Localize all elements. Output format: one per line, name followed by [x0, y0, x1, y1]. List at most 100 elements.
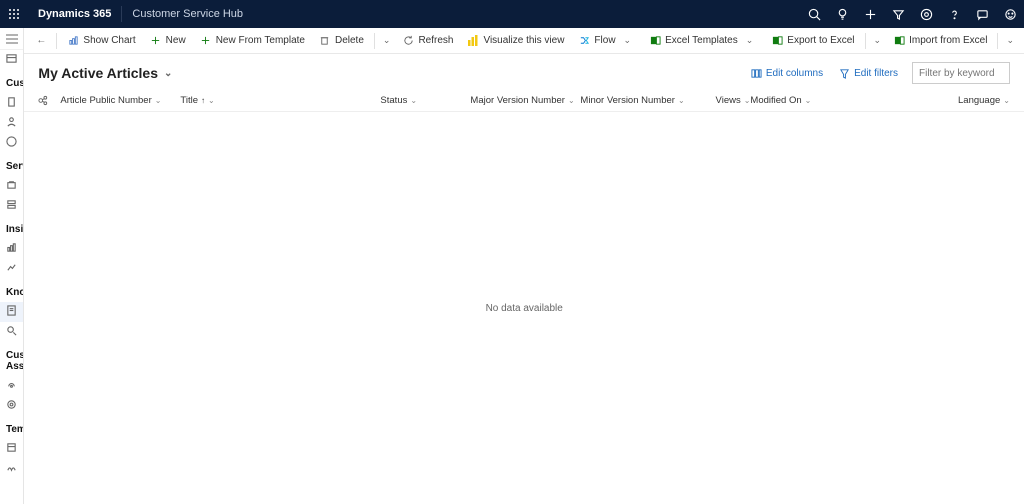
- app-launcher-icon[interactable]: [0, 0, 28, 28]
- col-minor-version[interactable]: Minor Version Number⌄: [580, 95, 690, 106]
- plus-icon: [150, 35, 162, 47]
- col-title[interactable]: Title ↑⌄: [180, 95, 380, 106]
- cmd-visualize[interactable]: Visualize this view: [461, 28, 570, 54]
- hamburger-icon[interactable]: [0, 28, 23, 50]
- filter-input[interactable]: [912, 62, 1010, 84]
- edit-columns-button[interactable]: Edit columns: [743, 62, 831, 84]
- chevron-down-icon: ⌄: [742, 35, 758, 46]
- brand-label[interactable]: Dynamics 365: [28, 8, 121, 20]
- col-status[interactable]: Status⌄: [380, 95, 470, 106]
- social-icon: [6, 136, 18, 150]
- col-modified-on[interactable]: Modified On⌄: [750, 95, 830, 106]
- cmd-separator: [56, 33, 57, 49]
- filter-icon[interactable]: [884, 0, 912, 28]
- article-icon: [6, 305, 18, 319]
- flow-icon: [578, 35, 590, 47]
- signature-icon: [6, 462, 18, 476]
- nav-customer-assets[interactable]: Customer Assets: [0, 396, 23, 416]
- chevron-down-icon: ⌄: [620, 35, 636, 46]
- chevron-down-icon: ⌄: [1003, 96, 1010, 105]
- chevron-down-icon[interactable]: ⌄: [1002, 35, 1018, 46]
- lightbulb-icon[interactable]: [828, 0, 856, 28]
- nav-activities[interactable]: Activities: [0, 50, 23, 70]
- nav-email-signatures[interactable]: Email signatures: [0, 459, 23, 479]
- chevron-down-icon: ⌄: [208, 96, 215, 105]
- plus-icon: [200, 35, 212, 47]
- sort-asc-icon: ↑: [201, 96, 205, 105]
- nav-knowledge-articles[interactable]: Knowledge Articles: [0, 302, 23, 322]
- chevron-down-icon[interactable]: ⌄: [870, 35, 886, 46]
- nav-knowledge-analytics[interactable]: Knowledge analyt...: [0, 259, 23, 279]
- nav-group-service: Service: [0, 153, 23, 176]
- case-icon: [6, 179, 18, 193]
- main-content: ← Show Chart New New From Template Delet…: [24, 28, 1024, 504]
- chevron-down-icon: ⌄: [678, 96, 685, 105]
- select-all-column[interactable]: [38, 95, 60, 106]
- nav-group-knowledge: Knowledge: [0, 279, 23, 302]
- cmd-show-chart[interactable]: Show Chart: [61, 28, 141, 54]
- add-icon[interactable]: [856, 0, 884, 28]
- cmd-export-excel[interactable]: Export to Excel: [765, 28, 860, 54]
- grid-header: Article Public Number⌄ Title ↑⌄ Status⌄ …: [24, 90, 1024, 112]
- hub-label[interactable]: Customer Service Hub: [122, 8, 253, 20]
- cmd-delete[interactable]: Delete: [313, 28, 370, 54]
- col-language[interactable]: Language⌄: [830, 95, 1010, 106]
- edit-filters-button[interactable]: Edit filters: [831, 62, 906, 84]
- cmd-separator: [374, 33, 375, 49]
- col-major-version[interactable]: Major Version Number⌄: [470, 95, 580, 106]
- nav-cs-insights[interactable]: Customer Service ...: [0, 239, 23, 259]
- nav-group-insights: Insights: [0, 216, 23, 239]
- chart-icon: [67, 35, 79, 47]
- cmd-import-excel[interactable]: Import from Excel: [887, 28, 993, 54]
- trash-icon: [319, 35, 331, 47]
- chevron-down-icon: ⌄: [410, 96, 417, 105]
- cmd-excel-templates[interactable]: Excel Templates⌄: [643, 28, 763, 54]
- view-selector[interactable]: My Active Articles ⌄: [38, 65, 172, 81]
- command-bar: ← Show Chart New New From Template Delet…: [24, 28, 1024, 54]
- search-icon[interactable]: [800, 0, 828, 28]
- nav-contacts[interactable]: Contacts: [0, 113, 23, 133]
- nav-accounts[interactable]: Accounts: [0, 93, 23, 113]
- cmd-refresh[interactable]: Refresh: [396, 28, 459, 54]
- chevron-down-icon: ⌄: [744, 96, 751, 105]
- nav-knowledge-search[interactable]: Knowledge Search: [0, 322, 23, 342]
- cmd-new[interactable]: New: [144, 28, 192, 54]
- grid-empty-message: No data available: [24, 112, 1024, 504]
- settings-icon[interactable]: [912, 0, 940, 28]
- powerbi-icon: [467, 35, 479, 47]
- nav-group-customer-assets: Customer Assets: [0, 342, 23, 376]
- nav-iot-alerts[interactable]: IoT Alerts: [0, 376, 23, 396]
- cmd-separator: [997, 33, 998, 49]
- nav-email-templates[interactable]: Email templates: [0, 439, 23, 459]
- emoji-icon[interactable]: [996, 0, 1024, 28]
- ksearch-icon: [6, 325, 18, 339]
- cmd-new-from-template[interactable]: New From Template: [194, 28, 311, 54]
- col-article-public-number[interactable]: Article Public Number⌄: [60, 95, 180, 106]
- iot-icon: [6, 379, 18, 393]
- view-title-label: My Active Articles: [38, 65, 158, 81]
- excel-icon: [649, 35, 661, 47]
- nav-group-templates: Templates: [0, 416, 23, 439]
- activities-icon: [6, 53, 18, 67]
- help-icon[interactable]: [940, 0, 968, 28]
- nav-social-profiles[interactable]: Social Profiles: [0, 133, 23, 153]
- excel-icon: [893, 35, 905, 47]
- chat-icon[interactable]: [968, 0, 996, 28]
- chevron-down-icon: ⌄: [164, 68, 172, 79]
- nav-queues[interactable]: Queues: [0, 196, 23, 216]
- back-button[interactable]: ←: [30, 35, 52, 46]
- analytics-icon: [6, 262, 18, 276]
- refresh-icon: [402, 35, 414, 47]
- nav-cases[interactable]: Cases: [0, 176, 23, 196]
- template-icon: [6, 442, 18, 456]
- page-header: My Active Articles ⌄ Edit columns Edit f…: [24, 54, 1024, 90]
- chevron-down-icon[interactable]: ⌄: [379, 35, 395, 46]
- excel-icon: [771, 35, 783, 47]
- building-icon: [6, 96, 18, 110]
- left-nav: Activities Customers Accounts Contacts S…: [0, 28, 24, 504]
- col-views[interactable]: Views⌄: [690, 95, 750, 106]
- assets-icon: [6, 399, 18, 413]
- chevron-down-icon: ⌄: [155, 96, 162, 105]
- chevron-down-icon: ⌄: [568, 96, 575, 105]
- cmd-flow[interactable]: Flow⌄: [572, 28, 641, 54]
